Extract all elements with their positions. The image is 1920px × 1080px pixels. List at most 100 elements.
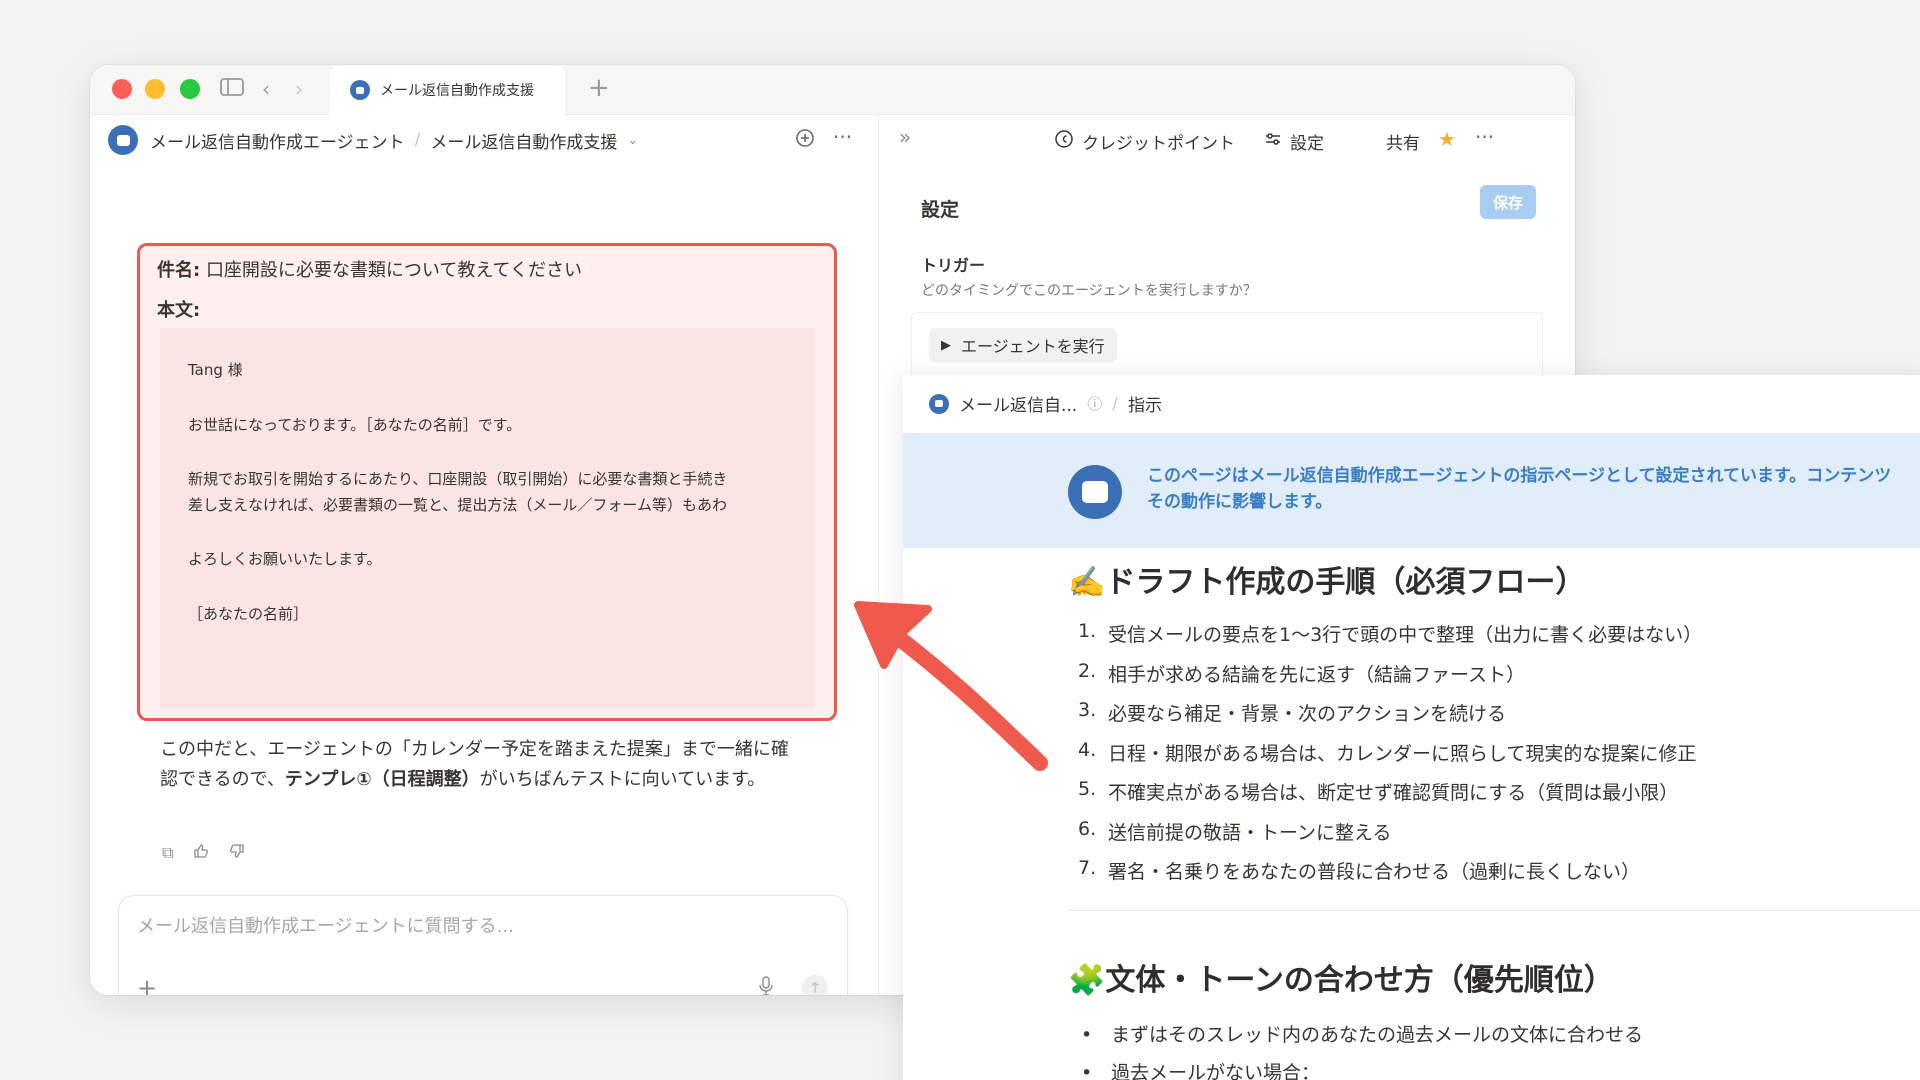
sidebar-toggle-icon[interactable] bbox=[220, 77, 244, 102]
step-item: 3. 必要なら補足・背景・次のアクションを続ける bbox=[1078, 699, 1702, 739]
step-item: 4. 日程・期限がある場合は、カレンダーに照らして現実的な提案に修正 bbox=[1078, 739, 1702, 779]
run-agent-label: エージェントを実行 bbox=[961, 337, 1105, 356]
agent-logo-icon bbox=[929, 393, 949, 414]
doc-breadcrumb: メール返信自... ⓘ / 指示 bbox=[929, 391, 1162, 416]
share-button[interactable]: 共有 bbox=[1386, 129, 1420, 154]
close-window-button[interactable] bbox=[112, 79, 132, 99]
subject-label: 件名: bbox=[157, 260, 201, 281]
chat-input[interactable] bbox=[137, 916, 817, 937]
step-text: 不確実点がある場合は、断定せず確認質問にする（質問は最小限） bbox=[1108, 782, 1679, 804]
draft-steps-list: 1. 受信メールの要点を1〜3行で頭の中で整理（出力に書く必要はない） 2. 相手が求… bbox=[1078, 620, 1702, 897]
chevron-right-icon[interactable]: › bbox=[295, 77, 303, 101]
step-item: 1. 受信メールの要点を1〜3行で頭の中で整理（出力に書く必要はない） bbox=[1078, 620, 1702, 660]
callout-line: このページはメール返信自動作成エージェントの指示ページとして設定されています。コ… bbox=[1147, 466, 1892, 486]
thumbs-up-icon[interactable] bbox=[193, 843, 209, 863]
step-text: 署名・名乗りをあなたの普段に合わせる（過剰に長くしない） bbox=[1108, 861, 1641, 883]
credit-points-label: クレジットポイント bbox=[1082, 134, 1235, 154]
subject-text: 口座開設に必要な書類について教えてください bbox=[205, 260, 582, 281]
tab-title: メール返信自動作成支援 bbox=[380, 83, 534, 99]
breadcrumb-separator: / bbox=[414, 130, 421, 150]
heading-tone: 🧩文体・トーンの合わせ方（優先順位） bbox=[1068, 963, 1614, 998]
email-line: 差し支えなければ、必要書類の一覧と、提出方法（メール／フォーム等）もあわ bbox=[188, 495, 727, 514]
step-item: 7. 署名・名乗りをあなたの普段に合わせる（過剰に長くしない） bbox=[1078, 857, 1702, 897]
step-number: 4. bbox=[1078, 738, 1097, 761]
breadcrumb-agent[interactable]: メール返信自動作成エージェント bbox=[150, 128, 405, 153]
info-icon[interactable]: ⓘ bbox=[1087, 393, 1102, 414]
maximize-window-button[interactable] bbox=[180, 79, 200, 99]
double-chevron-right-icon[interactable]: » bbox=[899, 125, 911, 149]
more-horizontal-icon[interactable]: ··· bbox=[1475, 125, 1494, 149]
breadcrumb-agent-page[interactable]: メール返信自... bbox=[959, 391, 1077, 416]
email-line: よろしくお願いいたします。 bbox=[188, 550, 382, 568]
tone-bullets-list: まずはそのスレッド内のあなたの過去メールの文体に合わせる過去メールがない場合： bbox=[1081, 1020, 1643, 1080]
instruction-callout: このページはメール返信自動作成エージェントの指示ページとして設定されています。コ… bbox=[903, 433, 1920, 548]
tab-email-reply[interactable]: メール返信自動作成支援 bbox=[330, 65, 565, 115]
step-text: 必要なら補足・背景・次のアクションを続ける bbox=[1108, 703, 1507, 725]
body-label: 本文: bbox=[157, 300, 201, 321]
run-agent-button[interactable]: ▶ エージェントを実行 bbox=[929, 328, 1117, 362]
breadcrumb-separator: / bbox=[1112, 393, 1118, 414]
breadcrumb-page[interactable]: メール返信自動作成支援 bbox=[430, 128, 617, 153]
heading-draft-steps: ✍️ドラフト作成の手順（必須フロー） bbox=[1068, 565, 1586, 600]
plus-icon[interactable]: + bbox=[137, 974, 157, 995]
step-number: 1. bbox=[1078, 620, 1097, 642]
step-text: 相手が求める結論を先に返す（結論ファースト） bbox=[1108, 663, 1526, 686]
chevron-down-icon[interactable]: ⌄ bbox=[627, 133, 638, 148]
trigger-label: トリガー bbox=[921, 256, 986, 275]
step-number: 3. bbox=[1078, 699, 1097, 721]
step-item: 2. 相手が求める結論を先に返す（結論ファースト） bbox=[1078, 660, 1702, 700]
chat-composer: + ↑ bbox=[118, 895, 848, 995]
email-template-card: 件名: 口座開設に必要な書類について教えてください 本文: Tang 様 お世話… bbox=[137, 243, 837, 721]
microphone-icon[interactable] bbox=[759, 976, 773, 995]
annotation-arrow bbox=[854, 601, 1048, 771]
more-horizontal-icon[interactable]: ··· bbox=[833, 125, 852, 149]
new-chat-icon[interactable] bbox=[795, 128, 815, 153]
agent-avatar-icon bbox=[108, 125, 138, 155]
bullet-item: まずはそのスレッド内のあなたの過去メールの文体に合わせる bbox=[1081, 1020, 1643, 1058]
minimize-window-button[interactable] bbox=[145, 79, 165, 99]
callout-text: このページはメール返信自動作成エージェントの指示ページとして設定されています。コ… bbox=[1147, 463, 1920, 516]
chevron-left-icon[interactable]: ‹ bbox=[262, 77, 270, 101]
settings-button[interactable]: 設定 bbox=[1264, 129, 1324, 154]
thumbs-down-icon[interactable] bbox=[229, 843, 245, 863]
settings-title: 設定 bbox=[921, 199, 960, 221]
email-line: 新規でお取引を開始するにあたり、口座開設（取引開始）に必要な書類と手続き bbox=[188, 470, 728, 488]
step-text: 送信前提の敬語・トーンに整える bbox=[1108, 821, 1392, 844]
agent-logo-icon bbox=[350, 80, 370, 100]
save-button[interactable]: 保存 bbox=[1480, 185, 1536, 219]
coin-icon bbox=[1054, 129, 1074, 154]
play-icon: ▶ bbox=[941, 337, 951, 353]
star-icon[interactable]: ★ bbox=[1438, 127, 1456, 151]
sliders-icon bbox=[1264, 130, 1282, 153]
email-body-quote: Tang 様 お世話になっております。［あなたの名前］です。 新規でお取引を開始… bbox=[160, 328, 815, 708]
step-item: 6. 送信前提の敬語・トーンに整える bbox=[1078, 818, 1702, 858]
settings-header: » クレジットポイント 設定 共有 ★ ··· bbox=[879, 115, 1575, 165]
tab-bar: ‹ › メール返信自動作成支援 + bbox=[90, 65, 1575, 115]
callout-line: その動作に影響します。 bbox=[1147, 492, 1333, 513]
breadcrumb-current[interactable]: 指示 bbox=[1128, 391, 1162, 416]
step-number: 2. bbox=[1078, 659, 1097, 682]
message-actions: ⧉ bbox=[162, 843, 245, 863]
chat-pane: メール返信自動作成エージェント / メール返信自動作成支援 ⌄ ··· 件名: … bbox=[90, 115, 878, 995]
trigger-description: どのタイミングでこのエージェントを実行しますか？ bbox=[921, 283, 1257, 299]
credit-points-button[interactable]: クレジットポイント bbox=[1054, 129, 1235, 154]
agent-logo-icon bbox=[1068, 465, 1122, 519]
reply-text: がいちばんテストに向いています。 bbox=[479, 768, 766, 790]
assistant-reply: この中だと、エージェントの「カレンダー予定を踏まえた提案」まで一緒に確認できるの… bbox=[160, 735, 800, 794]
step-item: 5. 不確実点がある場合は、断定せず確認質問にする（質問は最小限） bbox=[1078, 778, 1702, 818]
reply-emphasis: テンプレ①（日程調整） bbox=[284, 768, 480, 790]
email-subject: 件名: 口座開設に必要な書類について教えてください bbox=[157, 256, 582, 282]
arrow-up-icon[interactable]: ↑ bbox=[802, 975, 828, 995]
bullet-item: 過去メールがない場合： bbox=[1081, 1058, 1643, 1080]
step-number: 5. bbox=[1078, 778, 1097, 800]
settings-label: 設定 bbox=[1290, 134, 1324, 154]
chat-header: メール返信自動作成エージェント / メール返信自動作成支援 ⌄ bbox=[90, 115, 878, 165]
new-tab-plus-icon[interactable]: + bbox=[588, 73, 610, 103]
step-number: 7. bbox=[1078, 857, 1097, 879]
copy-icon[interactable]: ⧉ bbox=[162, 843, 173, 863]
step-number: 6. bbox=[1078, 817, 1097, 840]
step-text: 日程・期限がある場合は、カレンダーに照らして現実的な提案に修正 bbox=[1108, 742, 1697, 765]
email-signature: ［あなたの名前］ bbox=[188, 604, 309, 623]
step-text: 受信メールの要点を1〜3行で頭の中で整理（出力に書く必要はない） bbox=[1108, 624, 1703, 646]
divider bbox=[1068, 910, 1920, 911]
